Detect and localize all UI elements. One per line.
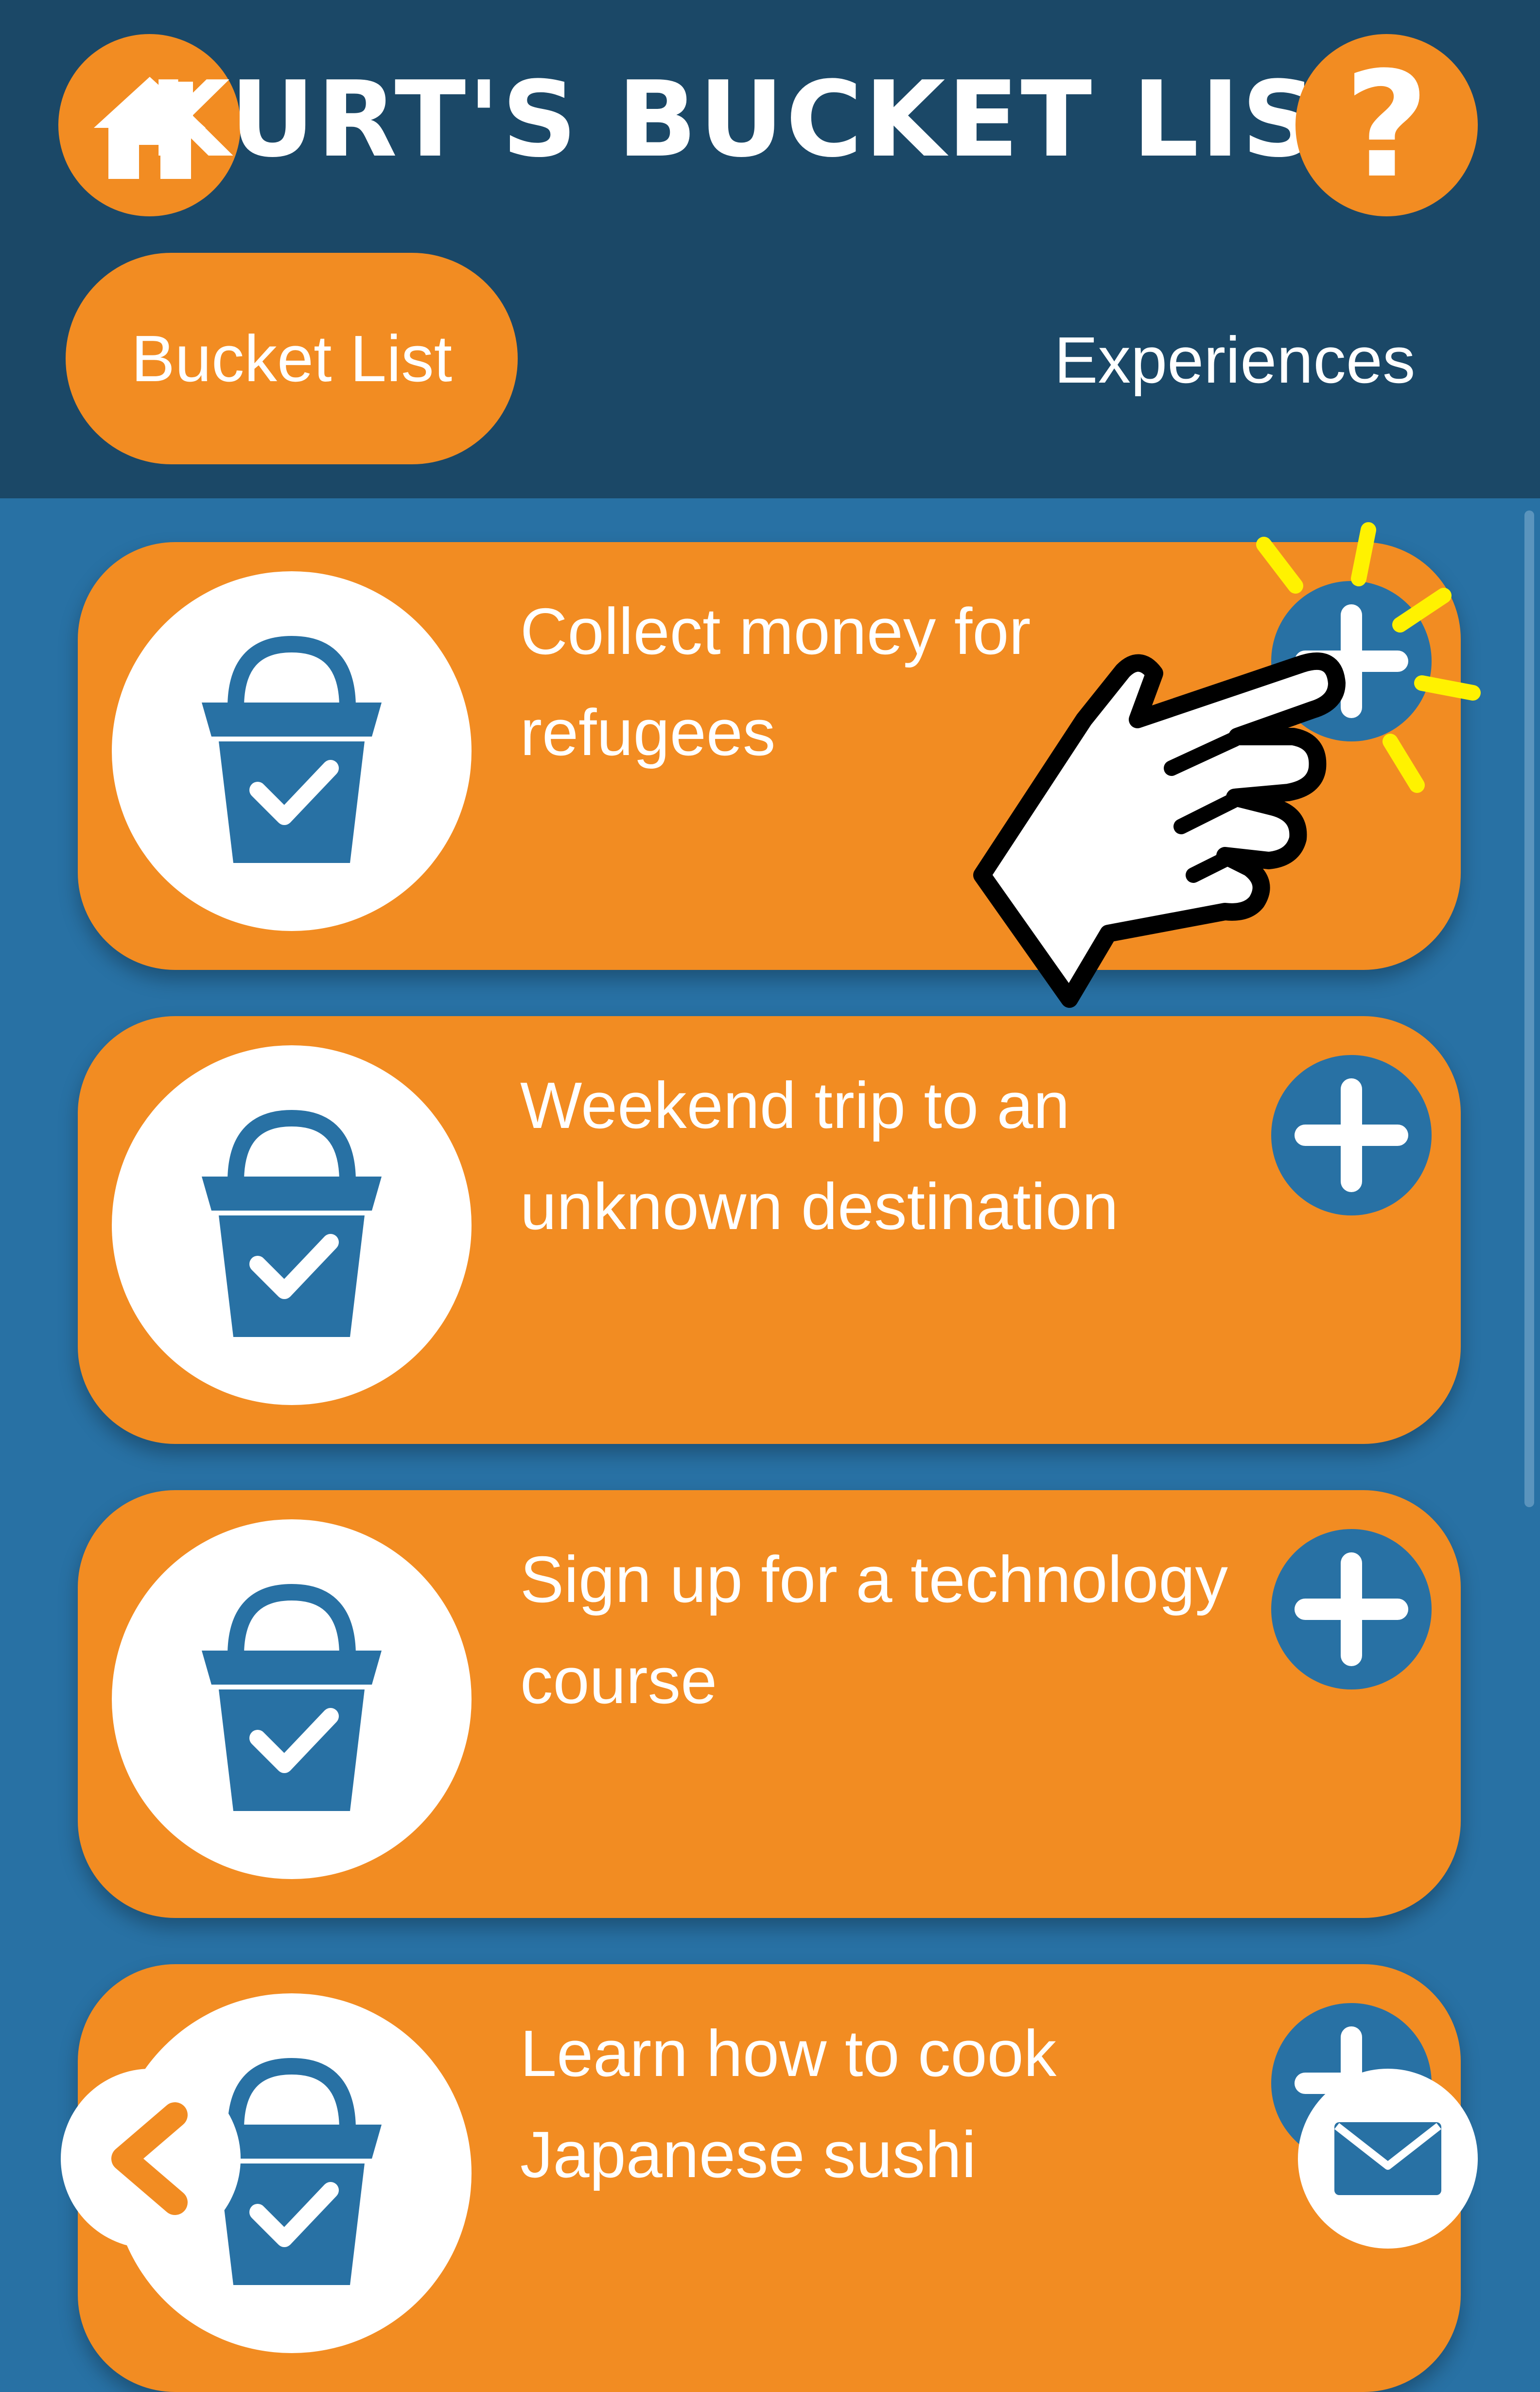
help-button[interactable]: ? [1295,34,1478,216]
bucket-check-icon [202,635,382,863]
bucket-list-item[interactable]: Learn how to cook Japanese sushi [78,1964,1461,2392]
bucket-avatar [112,1045,472,1405]
bucket-avatar [112,1519,472,1879]
back-button[interactable] [61,2069,241,2249]
bucket-list-item[interactable]: Weekend trip to an unknown destination [78,1016,1461,1444]
question-mark-icon: ? [1344,40,1429,210]
app-title: KURT'S BUCKET LIST [149,58,1392,180]
bucket-check-icon [202,1109,382,1337]
plus-icon [1295,1552,1408,1666]
mail-button[interactable] [1298,2069,1478,2249]
tab-bucket-list[interactable]: Bucket List [66,253,518,464]
app-header: KURT'S BUCKET LIST ? Bucket List Experie… [0,0,1540,498]
bucket-avatar [112,571,472,931]
add-button[interactable] [1271,1529,1432,1689]
add-button[interactable] [1271,1055,1432,1215]
pointing-hand-icon [973,522,1481,1008]
item-text: Weekend trip to an unknown destination [520,1069,1119,1243]
bucket-check-icon [202,1583,382,1811]
bucket-list-item[interactable]: Sign up for a technology course [78,1490,1461,1918]
item-text: Learn how to cook Japanese sushi [520,2017,1057,2191]
scrollbar[interactable] [1524,510,1534,1507]
item-text: Sign up for a technology course [520,1543,1228,1717]
envelope-icon [1334,2122,1441,2195]
plus-icon [1295,1078,1408,1192]
chevron-left-icon [111,2102,188,2215]
tab-experiences[interactable]: Experiences [992,292,1478,428]
